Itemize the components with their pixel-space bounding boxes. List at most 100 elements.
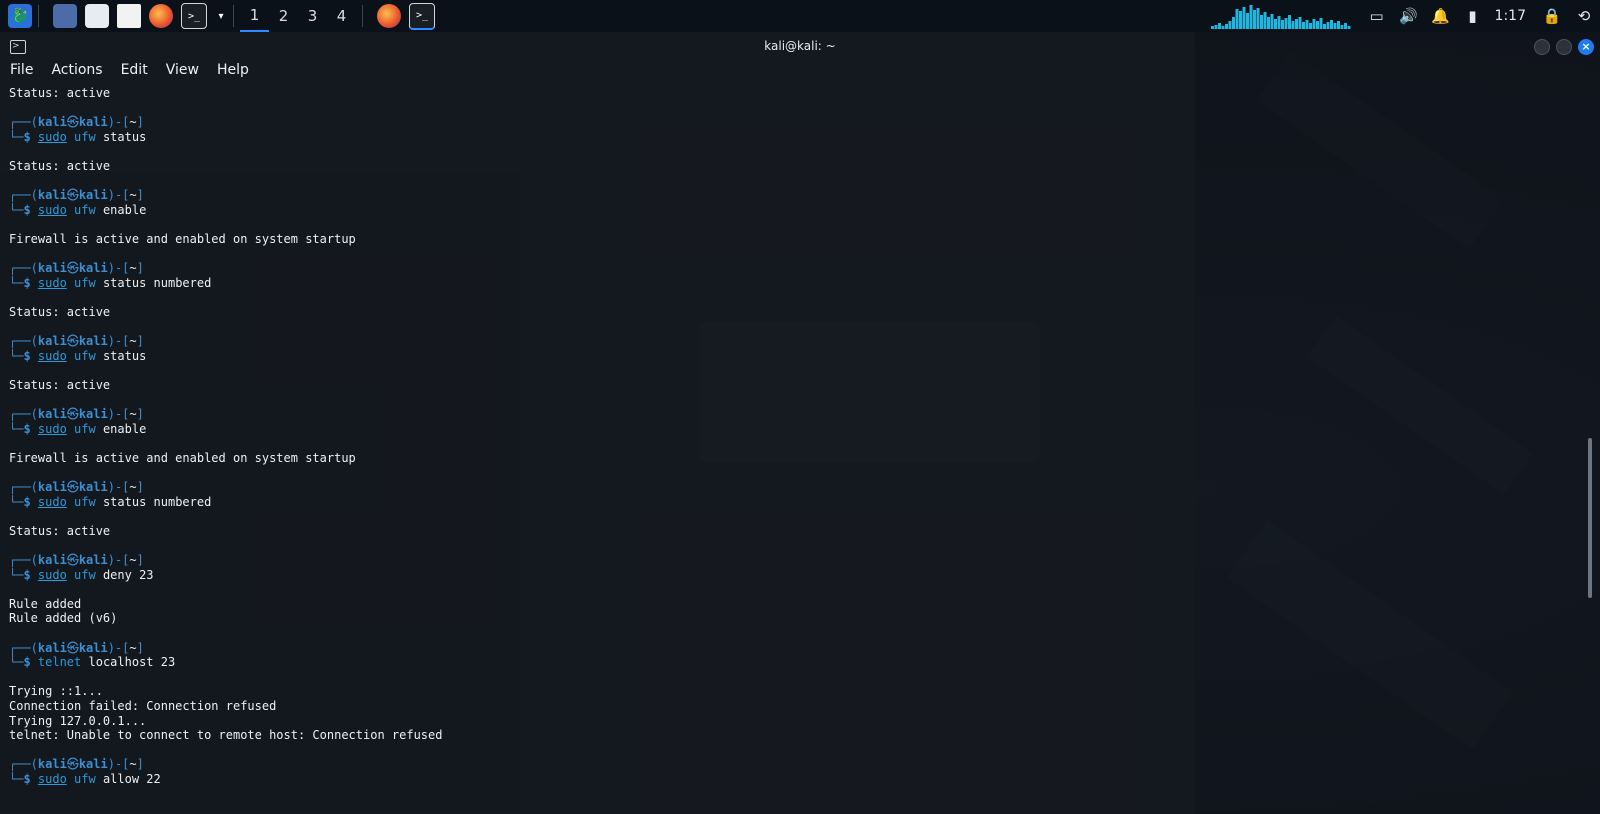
prompt-segment: ㉿ [66,553,79,567]
command-line: └─$ sudo ufw allow 22 [9,772,1549,787]
prompt-segment: ] [136,757,144,772]
prompt-segment: ┌──( [9,553,38,567]
prompt-segment: )-[ [107,480,130,495]
prompt-segment: kali [37,334,67,349]
prompt-segment: kali [78,261,108,276]
cpu-graph-bar [1294,19,1298,29]
command-sudo: sudo [37,494,67,509]
prompt-segment: ~ [129,407,137,422]
volume-icon[interactable]: 🔊 [1398,5,1420,27]
terminal-task-icon[interactable]: >_ [409,2,435,30]
prompt-segment: └─ [9,567,24,582]
prompt-segment: ] [136,261,144,276]
menu-edit[interactable]: Edit [119,60,150,82]
prompt-segment: kali [37,553,67,567]
cpu-graph-bar [1301,22,1305,29]
prompt-line: ┌──(kali㉿kali)-[~] [9,407,1549,422]
kali-menu-icon[interactable]: 🐉 [8,4,32,28]
prompt-segment: kali [78,553,108,567]
taskbar: 🐉 >_ ▾ 1 2 3 4 >_ ▭ 🔊 🔔 ▮ 1:17 🔒 ⟲ [0,0,1600,32]
battery-icon[interactable]: ▮ [1462,5,1484,27]
prompt-segment: ~ [129,115,137,130]
minimize-button[interactable] [1534,39,1550,55]
prompt-segment: )-[ [107,188,130,203]
file-manager-icon[interactable] [85,4,109,28]
maximize-button[interactable] [1556,39,1572,55]
close-button[interactable]: × [1578,39,1594,55]
command-binary: ufw [74,771,96,786]
prompt-line: ┌──(kali㉿kali)-[~] [9,641,1549,656]
firefox-task-icon[interactable] [377,4,401,28]
prompt-segment: kali [37,757,67,772]
command-binary: ufw [74,129,96,144]
prompt-segment: ┌──( [9,480,38,495]
cpu-graph-bar [1273,19,1277,29]
cpu-graph-bar [1224,24,1228,29]
workspace-4[interactable]: 4 [327,0,356,32]
output-line: Rule added (v6) [9,611,118,626]
command-sudo: sudo [37,348,67,363]
menu-help[interactable]: Help [215,60,251,82]
prompt-dollar: $ [23,275,38,290]
menu-file[interactable]: File [8,60,35,82]
prompt-segment: ┌──( [9,757,38,772]
cpu-graph-bar [1221,26,1225,29]
prompt-segment: ~ [129,334,137,349]
output-line: Status: active [9,523,111,538]
prompt-segment: ~ [129,480,137,495]
prompt-segment: )-[ [107,334,130,349]
prompt-segment: ㉿ [66,334,79,349]
prompt-segment: └─ [9,494,24,509]
menu-actions[interactable]: Actions [49,60,104,82]
desktop-icon[interactable] [53,4,77,28]
prompt-segment: )-[ [107,640,130,655]
cpu-graph-bar [1259,15,1263,29]
cpu-graph-bar [1287,15,1291,29]
bell-icon[interactable]: 🔔 [1430,5,1452,27]
command-line: └─$ sudo ufw status numbered [9,495,1549,510]
cpu-graph-bar [1291,21,1295,29]
menu-view[interactable]: View [164,60,201,82]
prompt-segment: ~ [129,188,137,203]
workspace-3[interactable]: 3 [298,0,327,32]
prompt-segment: ] [136,553,144,567]
command-args: enable [95,421,147,436]
command-line: └─$ sudo ufw enable [9,203,1549,218]
lock-icon[interactable]: 🔒 [1541,5,1563,27]
prompt-segment: )-[ [107,757,130,772]
prompt-dollar: $ [23,494,38,509]
command-args: localhost 23 [81,655,176,670]
prompt-segment: ~ [129,261,137,276]
command-args: enable [95,202,147,217]
cpu-graph-bar [1305,20,1309,29]
output-line: Trying 127.0.0.1... [9,713,147,728]
prompt-line: ┌──(kali㉿kali)-[~] [9,188,1549,203]
terminal-icon[interactable]: >_ [181,3,207,29]
chevron-down-icon[interactable]: ▾ [215,4,227,28]
command-binary: ufw [74,567,96,582]
text-editor-icon[interactable] [117,4,141,28]
display-icon[interactable]: ▭ [1366,5,1388,27]
command-line: └─$ sudo ufw status [9,130,1549,145]
command-args: deny 23 [95,567,154,582]
clock[interactable]: 1:17 [1495,8,1526,24]
prompt-dollar: $ [23,421,38,436]
logout-icon[interactable]: ⟲ [1573,5,1595,27]
prompt-segment: ┌──( [9,407,38,422]
workspace-2[interactable]: 2 [269,0,298,32]
command-sudo: sudo [37,567,67,582]
prompt-segment: ~ [129,640,137,655]
prompt-line: ┌──(kali㉿kali)-[~] [9,757,1549,772]
window-titlebar[interactable]: > kali@kali: ~ × [0,32,1600,62]
cpu-graph-bar [1326,22,1330,29]
workspace-1[interactable]: 1 [240,0,269,32]
firefox-icon[interactable] [149,4,173,28]
cpu-graph-bar [1217,23,1221,29]
terminal-scrollbar[interactable] [1588,438,1592,598]
cpu-graph-bar [1249,5,1253,29]
terminal-output[interactable]: Status: active ┌──(kali㉿kali)-[~] └─$ sudo… [9,86,1549,787]
